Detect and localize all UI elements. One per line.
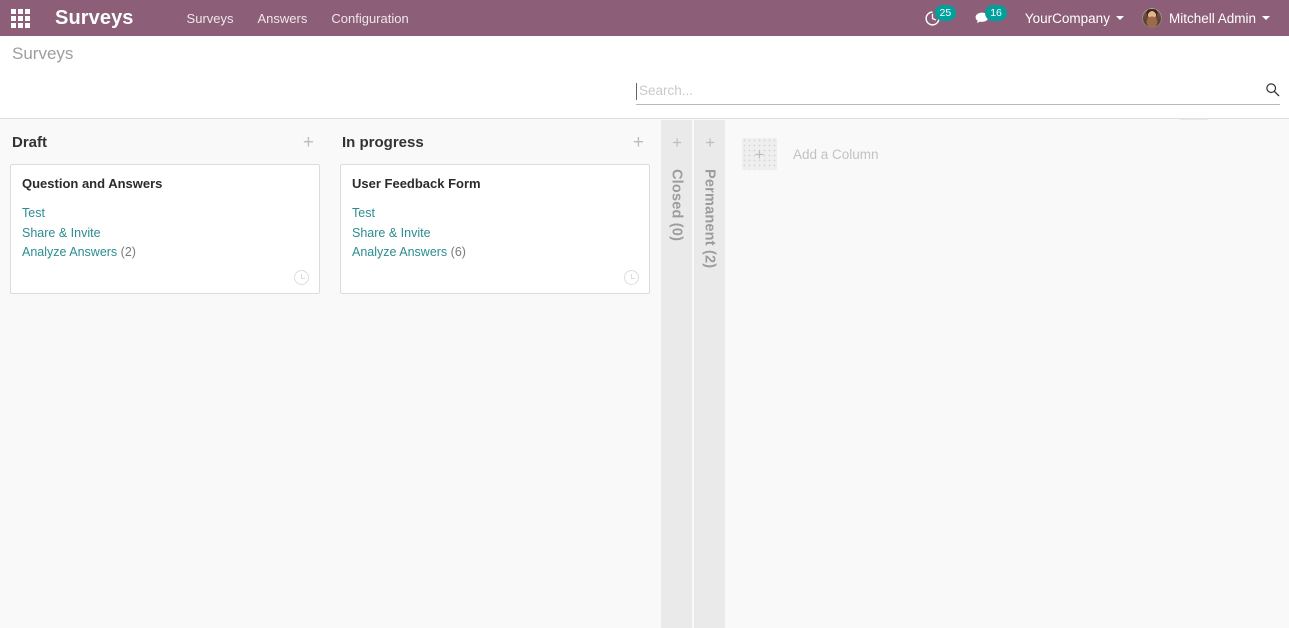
apps-grid-icon (10, 8, 30, 28)
card-link-share-invite[interactable]: Share & Invite (22, 224, 308, 244)
search-view (636, 82, 1280, 105)
user-name-label: Mitchell Admin (1168, 10, 1256, 26)
kanban-column-title: In progress (342, 134, 424, 151)
add-column-button[interactable]: + Add a Column (742, 138, 879, 170)
search-line (636, 82, 1280, 105)
navbar-right-tools: 25 16 YourCompany Mitchell Admin (916, 2, 1279, 34)
add-column-area: + Add a Column (726, 120, 1289, 628)
nav-item-configuration[interactable]: Configuration (319, 3, 420, 34)
card-link-analyze-answers[interactable]: Analyze Answers (2) (22, 243, 308, 263)
kanban-column-header: Draft + (10, 120, 320, 164)
control-panel: Surveys CREATE IMPORT ▼ Filters (0, 36, 1289, 160)
kanban-column-title: Permanent (2) (701, 169, 718, 269)
card-link-label: Test (22, 206, 45, 220)
apps-menu-toggle[interactable] (6, 4, 34, 32)
user-menu-button[interactable]: Mitchell Admin (1133, 2, 1279, 34)
kanban-card[interactable]: User Feedback Form Test Share & Invite A… (340, 164, 650, 294)
kanban-card[interactable]: Question and Answers Test Share & Invite… (10, 164, 320, 294)
messaging-count-badge: 16 (985, 4, 1007, 22)
card-link-label: Analyze Answers (22, 245, 118, 259)
main-nav-menu: Surveys Answers Configuration (175, 3, 421, 34)
card-link-analyze-answers[interactable]: Analyze Answers (6) (352, 243, 638, 263)
chevron-down-icon (1115, 16, 1124, 20)
card-link-label: Analyze Answers (352, 245, 448, 259)
kanban-board: Draft + Question and Answers Test Share … (0, 120, 1289, 628)
clock-icon (624, 270, 639, 285)
kanban-column-draft: Draft + Question and Answers Test Share … (0, 120, 330, 628)
top-navbar: Surveys Surveys Answers Configuration 25… (0, 0, 1289, 36)
kanban-column-permanent-folded[interactable]: + Permanent (2) (693, 120, 726, 628)
search-icon[interactable] (1259, 82, 1280, 100)
company-switcher[interactable]: YourCompany (1016, 5, 1133, 32)
card-link-test[interactable]: Test (22, 204, 308, 224)
kanban-card-title: User Feedback Form (352, 176, 481, 191)
chevron-down-icon (1262, 16, 1270, 20)
card-link-label: Share & Invite (22, 225, 101, 240)
plus-icon[interactable]: + (700, 138, 719, 148)
add-column-placeholder: + (742, 138, 777, 170)
messaging-menu-button[interactable]: 16 (965, 4, 1016, 33)
kanban-card-title: Question and Answers (22, 176, 163, 191)
avatar (1141, 8, 1162, 28)
card-link-share-invite[interactable]: Share & Invite (352, 224, 638, 244)
plus-icon: + (754, 144, 765, 164)
card-link-label: Test (352, 206, 375, 220)
app-brand-title[interactable]: Surveys (55, 7, 134, 30)
kanban-card-links: Test Share & Invite Analyze Answers (2) (22, 204, 308, 263)
plus-icon[interactable]: + (299, 133, 318, 152)
plus-icon[interactable]: + (667, 138, 686, 148)
card-link-count: (6) (450, 245, 466, 259)
card-link-test[interactable]: Test (352, 204, 638, 224)
control-panel-top-row: Surveys (0, 36, 1289, 76)
company-name-label: YourCompany (1024, 10, 1110, 26)
activity-count-badge: 25 (934, 4, 957, 22)
nav-item-answers[interactable]: Answers (246, 3, 320, 34)
kanban-column-in-progress: In progress + User Feedback Form Test Sh… (330, 120, 660, 628)
add-column-label: Add a Column (793, 146, 879, 162)
breadcrumb[interactable]: Surveys (0, 44, 73, 64)
card-link-count: (2) (120, 245, 136, 259)
search-input[interactable] (636, 82, 1259, 100)
card-link-label: Share & Invite (352, 225, 431, 240)
plus-icon[interactable]: + (629, 133, 648, 152)
nav-item-surveys[interactable]: Surveys (175, 3, 246, 34)
activity-menu-button[interactable]: 25 (916, 4, 966, 33)
kanban-column-header: In progress + (340, 120, 650, 164)
kanban-column-title: Closed (0) (668, 169, 685, 242)
kanban-card-links: Test Share & Invite Analyze Answers (6) (352, 204, 638, 263)
clock-icon (294, 270, 309, 285)
kanban-column-closed-folded[interactable]: + Closed (0) (660, 120, 693, 628)
kanban-column-title: Draft (12, 134, 48, 151)
